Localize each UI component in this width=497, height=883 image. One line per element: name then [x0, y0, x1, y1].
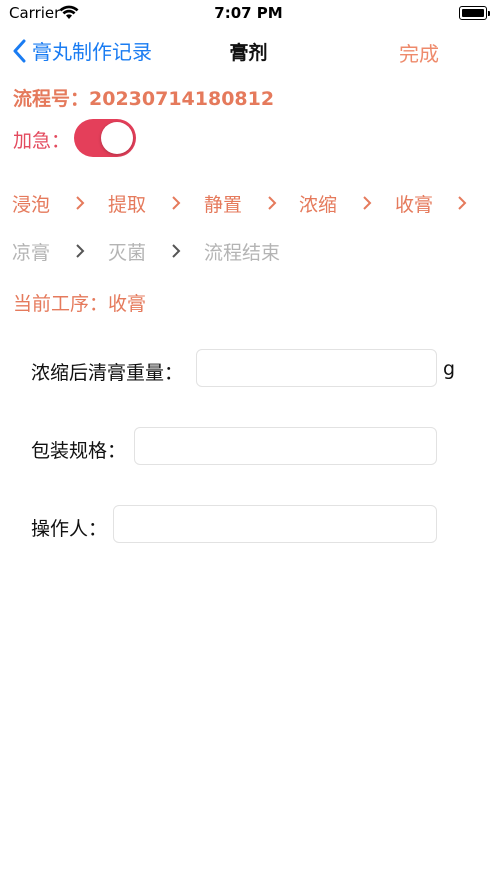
chevron-right-icon: [268, 196, 277, 210]
clock: 7:07 PM: [214, 4, 283, 22]
chevron-right-icon: [172, 196, 181, 210]
operator-input[interactable]: [113, 505, 437, 543]
urgent-label: 加急：: [13, 130, 71, 152]
step-cool-paste: 凉膏: [12, 242, 51, 264]
chevron-right-icon: [172, 244, 181, 258]
current-step: 当前工序：收膏: [13, 293, 147, 315]
step-soak: 浸泡: [12, 194, 51, 216]
step-concentrate: 浓缩: [299, 194, 338, 216]
step-collect-paste: 收膏: [395, 194, 434, 216]
battery-icon: [459, 6, 490, 20]
chevron-right-icon: [458, 196, 467, 210]
step-settle: 静置: [204, 194, 243, 216]
step-sterilize: 灭菌: [108, 242, 147, 264]
weight-label: 浓缩后清膏重量：: [31, 362, 184, 384]
done-button[interactable]: 完成: [399, 38, 439, 67]
package-spec-label: 包装规格：: [31, 440, 127, 462]
toggle-knob: [101, 122, 133, 154]
status-bar: Carrier 7:07 PM: [0, 0, 497, 26]
chevron-right-icon: [363, 196, 372, 210]
step-extract: 提取: [108, 194, 147, 216]
process-number: 流程号：20230714180812: [13, 88, 275, 110]
urgent-toggle[interactable]: [74, 119, 136, 157]
navigation-bar: 膏丸制作记录 膏剂 完成: [0, 26, 497, 76]
chevron-right-icon: [76, 196, 85, 210]
package-spec-input[interactable]: [134, 427, 437, 465]
weight-unit: g: [443, 358, 456, 380]
chevron-right-icon: [76, 244, 85, 258]
weight-input[interactable]: [196, 349, 437, 387]
step-process-end: 流程结束: [204, 242, 281, 264]
operator-label: 操作人：: [31, 518, 108, 540]
